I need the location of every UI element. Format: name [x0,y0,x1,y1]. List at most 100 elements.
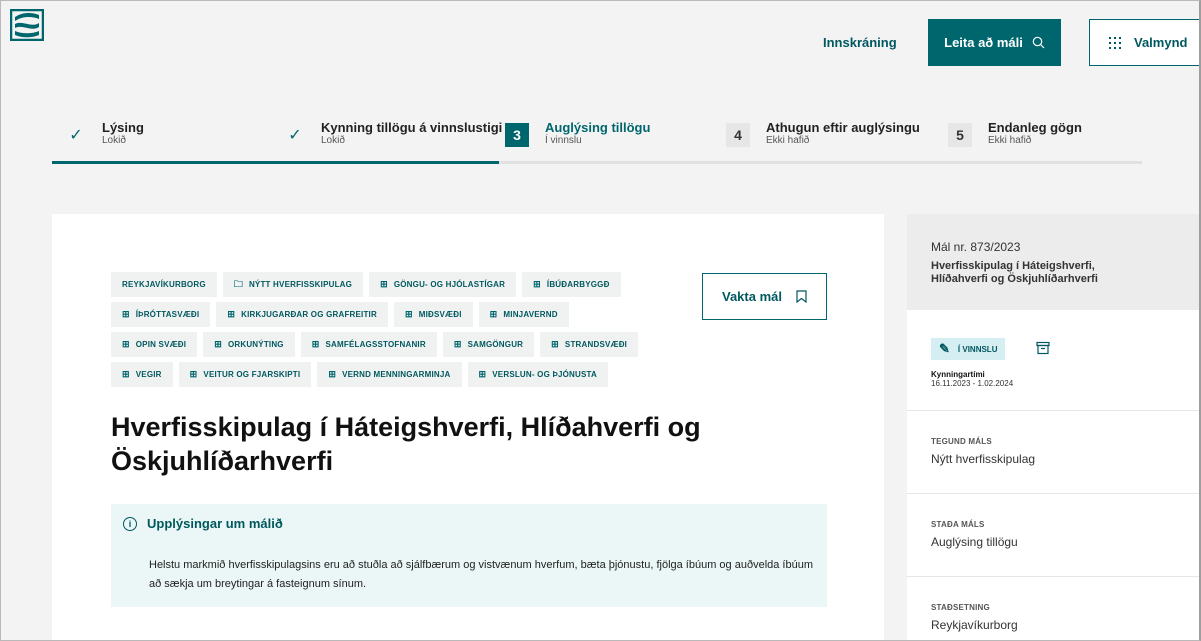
hierarchy-icon: ⊞ [489,309,498,319]
tag-nytt-hverfisskipulag[interactable]: 🗀 NÝTT HVERFISSKIPULAG [222,272,364,297]
step-status: Lokið [102,135,126,146]
hierarchy-icon: ⊞ [122,369,130,379]
hierarchy-icon: ⊞ [214,339,222,349]
step-3[interactable]: 3 Auglýsing tillögu Í vinnslu [505,121,650,147]
step-number: 5 [948,123,972,147]
case-name: Hverfisskipulag í Háteigshverfi, Hlíðahv… [931,260,1098,285]
hierarchy-icon: ⊞ [478,369,487,379]
info-icon: i [123,516,137,531]
case-card: REYKJAVÍKURBORG 🗀 NÝTT HVERFISSKIPULAG ⊞ G… [52,214,884,640]
tag-gongu-og-hjolastigar[interactable]: ⊞ GÖNGU- OG HJÓLASTÍGAR [369,272,517,297]
case-sidebar: Mál nr. 873/2023 Hverfisskipulag í Hátei… [907,214,1199,640]
case-number: Mál nr. 873/2023 [931,240,1021,254]
archive-icon[interactable] [1036,341,1050,355]
step-title: Kynning tillögu á vinnslustigi [321,120,503,135]
case-summary: Mál nr. 873/2023 Hverfisskipulag í Hátei… [907,214,1199,310]
case-stage-value: Auglýsing tillögu [931,535,1018,549]
case-type-value: Nýtt hverfisskipulag [931,452,1036,466]
info-heading: Upplýsingar um málið [147,516,283,531]
case-type-section: TEGUND MÁLS Nýtt hverfisskipulag [907,411,1199,494]
watch-case-button[interactable]: Vakta mál [702,273,827,320]
tag-row: ⊞ OPIN SVÆÐI ⊞ ORKUNÝTING ⊞ SAMFÉLAGSSTOFNA… [111,332,691,357]
case-location-label: STAÐSETNING [931,603,990,612]
page-frame: Innskráning Leita að máli Valmynd ✓ Lýsi… [0,0,1201,641]
hierarchy-icon: ⊞ [380,279,388,289]
tag-samgongur[interactable]: ⊞ SAMGÖNGUR [442,332,535,357]
case-type-label: TEGUND MÁLS [931,437,992,446]
hierarchy-icon: ⊞ [227,309,236,319]
hierarchy-icon: ⊞ [404,309,413,319]
step-1[interactable]: ✓ Lýsing Lokið [64,121,144,147]
search-icon [1032,36,1045,49]
hierarchy-icon: ⊞ [533,279,541,289]
check-icon: ✓ [69,127,83,144]
step-status: Lokið [321,135,345,146]
step-title: Auglýsing tillögu [545,120,651,135]
step-4[interactable]: 4 Athugun eftir auglýsingu Ekki hafið [726,121,920,147]
tag-midsvaedi[interactable]: ⊞ MIÐSVÆÐI [393,302,473,327]
tag-list: REYKJAVÍKURBORG 🗀 NÝTT HVERFISSKIPULAG ⊞ G… [111,272,691,392]
hierarchy-icon: ⊞ [122,309,130,319]
tag-vegir[interactable]: ⊞ VEGIR [111,362,173,387]
step-number: 4 [726,123,750,147]
page-title: Hverfisskipulag í Háteigshverfi, Hlíðahv… [111,412,701,476]
menu-button[interactable]: Valmynd [1089,19,1199,66]
edit-icon: ✎ [939,341,950,356]
info-heading-row: i Upplýsingar um málið [123,516,283,531]
menu-label: Valmynd [1134,35,1188,50]
tag-strandsvaedi[interactable]: ⊞ STRANDSVÆÐI [540,332,639,357]
tag-reykjavikurborg[interactable]: REYKJAVÍKURBORG [111,272,217,297]
step-number: 3 [505,123,529,147]
status-badge-label: Í VINNSLU [957,344,998,354]
step-5[interactable]: 5 Endanleg gögn Ekki hafið [948,121,1082,147]
tag-minjavernd[interactable]: ⊞ MINJAVERND [478,302,569,327]
tag-veitur-og-fjarskipti[interactable]: ⊞ VEITUR OG FJARSKIPTI [178,362,312,387]
hierarchy-icon: ⊞ [551,339,559,349]
tag-opin-svaedi[interactable]: ⊞ OPIN SVÆÐI [111,332,198,357]
folder-icon: 🗀 [233,278,243,289]
case-location-value: Reykjavíkurborg [931,618,1018,632]
hierarchy-icon: ⊞ [311,339,320,349]
tag-row: ⊞ ÍÞRÓTTASVÆÐI ⊞ KIRKJUGARÐAR OG GRAFREITI… [111,302,691,327]
header: Innskráning Leita að máli Valmynd [1,1,1199,93]
step-status: Ekki hafið [766,135,810,146]
tag-orkunyting[interactable]: ⊞ ORKUNÝTING [203,332,295,357]
tag-kirkjugardar[interactable]: ⊞ KIRKJUGARÐAR OG GRAFREITIR [216,302,388,327]
status-badge: ✎ Í VINNSLU [931,338,1006,360]
search-case-button[interactable]: Leita að máli [928,19,1061,66]
step-2[interactable]: ✓ Kynning tillögu á vinnslustigi Lokið [283,121,502,147]
tag-row: REYKJAVÍKURBORG 🗀 NÝTT HVERFISSKIPULAG ⊞ G… [111,272,691,297]
case-stage-label: STAÐA MÁLS [931,520,985,529]
check-icon: ✓ [288,127,302,144]
info-text: Helstu markmið hverfisskipulagsins eru a… [149,559,813,590]
case-location-section: STAÐSETNING Reykjavíkurborg [907,577,1199,640]
logo-icon[interactable] [10,9,44,41]
case-status-section: ✎ Í VINNSLU Kynningartími 16.11.2023 - 1… [907,310,1199,411]
tag-ibudarbyggd[interactable]: ⊞ ÍBÚÐARBYGGÐ [522,272,621,297]
step-title: Endanleg gögn [988,120,1082,135]
grid-icon [1109,36,1121,49]
bookmark-icon [796,290,807,303]
tag-ithrottasvaedi[interactable]: ⊞ ÍÞRÓTTASVÆÐI [111,302,211,327]
hierarchy-icon: ⊞ [453,339,462,349]
info-box: i Upplýsingar um málið Helstu markmið hv… [111,504,827,607]
process-stepper: ✓ Lýsing Lokið ✓ Kynning tillögu á vinns… [52,113,1142,164]
hierarchy-icon: ⊞ [328,369,337,379]
hierarchy-icon: ⊞ [122,339,130,349]
tag-vernd-menningarminja[interactable]: ⊞ VERND MENNINGARMINJA [317,362,462,387]
step-status: Í vinnslu [545,135,582,146]
step-title: Lýsing [102,120,144,135]
period-label: Kynningartími [931,370,985,379]
step-title: Athugun eftir auglýsingu [766,120,920,135]
stepper-progress-bar [52,161,499,164]
step-status: Ekki hafið [988,135,1032,146]
hierarchy-icon: ⊞ [189,369,198,379]
tag-verslun-og-thjonusta[interactable]: ⊞ VERSLUN- OG ÞJÓNUSTA [467,362,609,387]
tag-row: ⊞ VEGIR ⊞ VEITUR OG FJARSKIPTI ⊞ VERND MENN… [111,362,691,387]
search-label: Leita að máli [944,35,1023,50]
login-link[interactable]: Innskráning [823,35,897,50]
case-stage-section: STAÐA MÁLS Auglýsing tillögu [907,494,1199,577]
watch-label: Vakta mál [722,289,782,304]
period-value: 16.11.2023 - 1.02.2024 [931,379,1014,388]
tag-samfelagsstofnanir[interactable]: ⊞ SAMFÉLAGSSTOFNANIR [300,332,437,357]
